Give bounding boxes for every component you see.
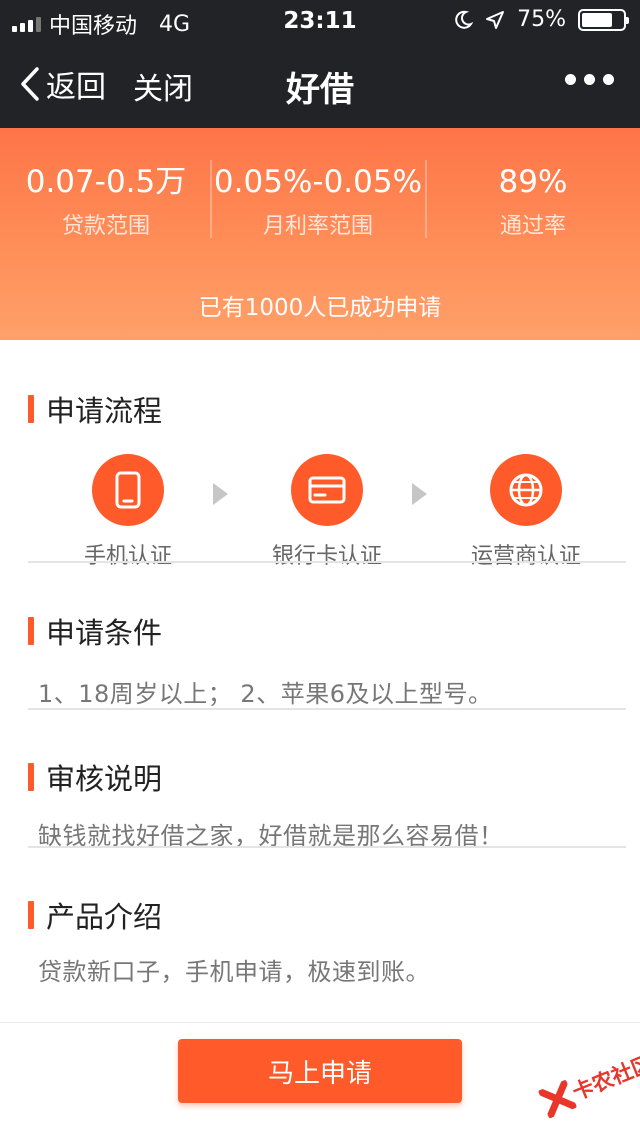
stat-loan-range: 0.07-0.5万 贷款范围	[14, 162, 198, 240]
stat-value: 0.05%-0.05%	[213, 164, 423, 200]
stat-value: 0.07-0.5万	[25, 164, 187, 200]
phone-icon	[92, 454, 164, 526]
step-label: 运营商认证	[470, 544, 581, 569]
step-label: 银行卡认证	[271, 544, 382, 569]
stat-pass-rate: 89% 通过率	[440, 162, 626, 240]
section-marker	[28, 395, 34, 423]
stat-value: 89%	[498, 164, 568, 200]
section-marker	[28, 763, 34, 791]
arrow-right-icon	[412, 483, 427, 505]
top-bar: 中国移动 4G 23:11 75% 返回 关闭 好借	[0, 0, 640, 128]
stat-label: 月利率范围	[262, 214, 373, 239]
divider	[28, 708, 626, 710]
stat-label: 通过率	[499, 214, 566, 239]
section-title-text: 审核说明	[46, 762, 163, 796]
globe-icon	[490, 454, 562, 526]
section-marker	[28, 617, 34, 645]
section-title-text: 申请流程	[46, 394, 163, 428]
battery-percent: 75%	[517, 7, 566, 32]
section-review-title: 审核说明	[28, 756, 162, 798]
intro-text: 贷款新口子，手机申请，极速到账。	[38, 958, 430, 986]
divider	[425, 160, 427, 238]
section-conditions-title: 申请条件	[28, 610, 162, 652]
divider	[28, 561, 626, 563]
apply-now-button[interactable]: 马上申请	[178, 1039, 462, 1103]
section-intro-title: 产品介绍	[28, 894, 162, 936]
battery-icon	[578, 8, 629, 31]
divider	[28, 846, 626, 848]
section-marker	[28, 901, 34, 929]
nav-bar: 返回 关闭 好借	[0, 40, 640, 128]
bank-card-icon	[291, 454, 363, 526]
step-label: 手机认证	[83, 544, 172, 569]
conditions-text: 1、18周岁以上； 2、苹果6及以上型号。	[38, 680, 493, 708]
applicants-note: 已有1000人已成功申请	[198, 295, 442, 321]
step-bank-card-auth: 银行卡认证	[247, 454, 407, 570]
arrow-right-icon	[213, 483, 228, 505]
step-carrier-auth: 运营商认证	[446, 454, 606, 570]
step-phone-auth: 手机认证	[48, 454, 208, 570]
loan-summary: 0.07-0.5万 贷款范围 0.05%-0.05% 月利率范围 89% 通过率…	[0, 128, 640, 340]
page-title: 好借	[286, 70, 354, 110]
section-title-text: 申请条件	[46, 616, 163, 650]
more-dots-icon[interactable]	[565, 74, 614, 85]
stat-label: 贷款范围	[61, 214, 150, 239]
status-right: 75%	[453, 7, 629, 32]
stat-monthly-rate: 0.05%-0.05% 月利率范围	[210, 162, 426, 240]
moon-icon	[455, 10, 474, 29]
section-title-text: 产品介绍	[46, 900, 163, 934]
location-arrow-icon	[486, 10, 505, 29]
section-process-title: 申请流程	[28, 388, 162, 430]
status-bar: 中国移动 4G 23:11 75%	[0, 0, 640, 40]
